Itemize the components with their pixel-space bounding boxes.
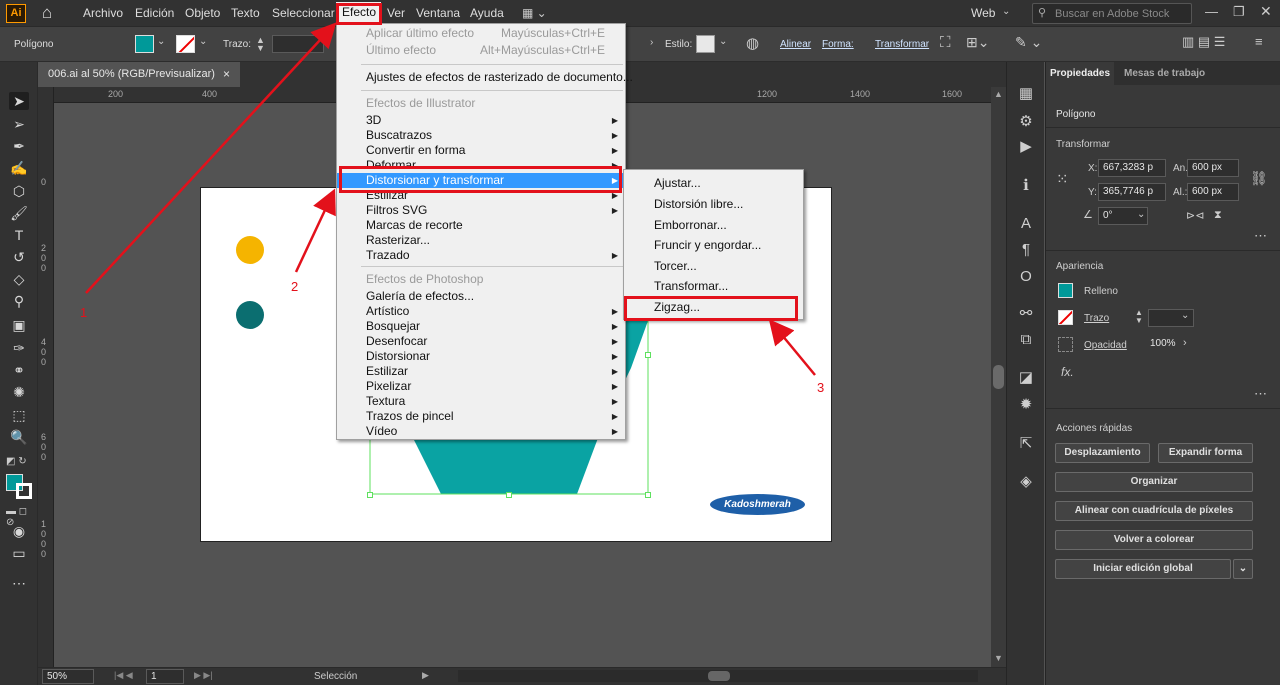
annotation-number-2: 2 xyxy=(291,279,299,294)
annotation-arrows xyxy=(85,22,816,376)
annotation-number-1: 1 xyxy=(80,305,88,320)
annotation-number-3: 3 xyxy=(817,380,825,395)
